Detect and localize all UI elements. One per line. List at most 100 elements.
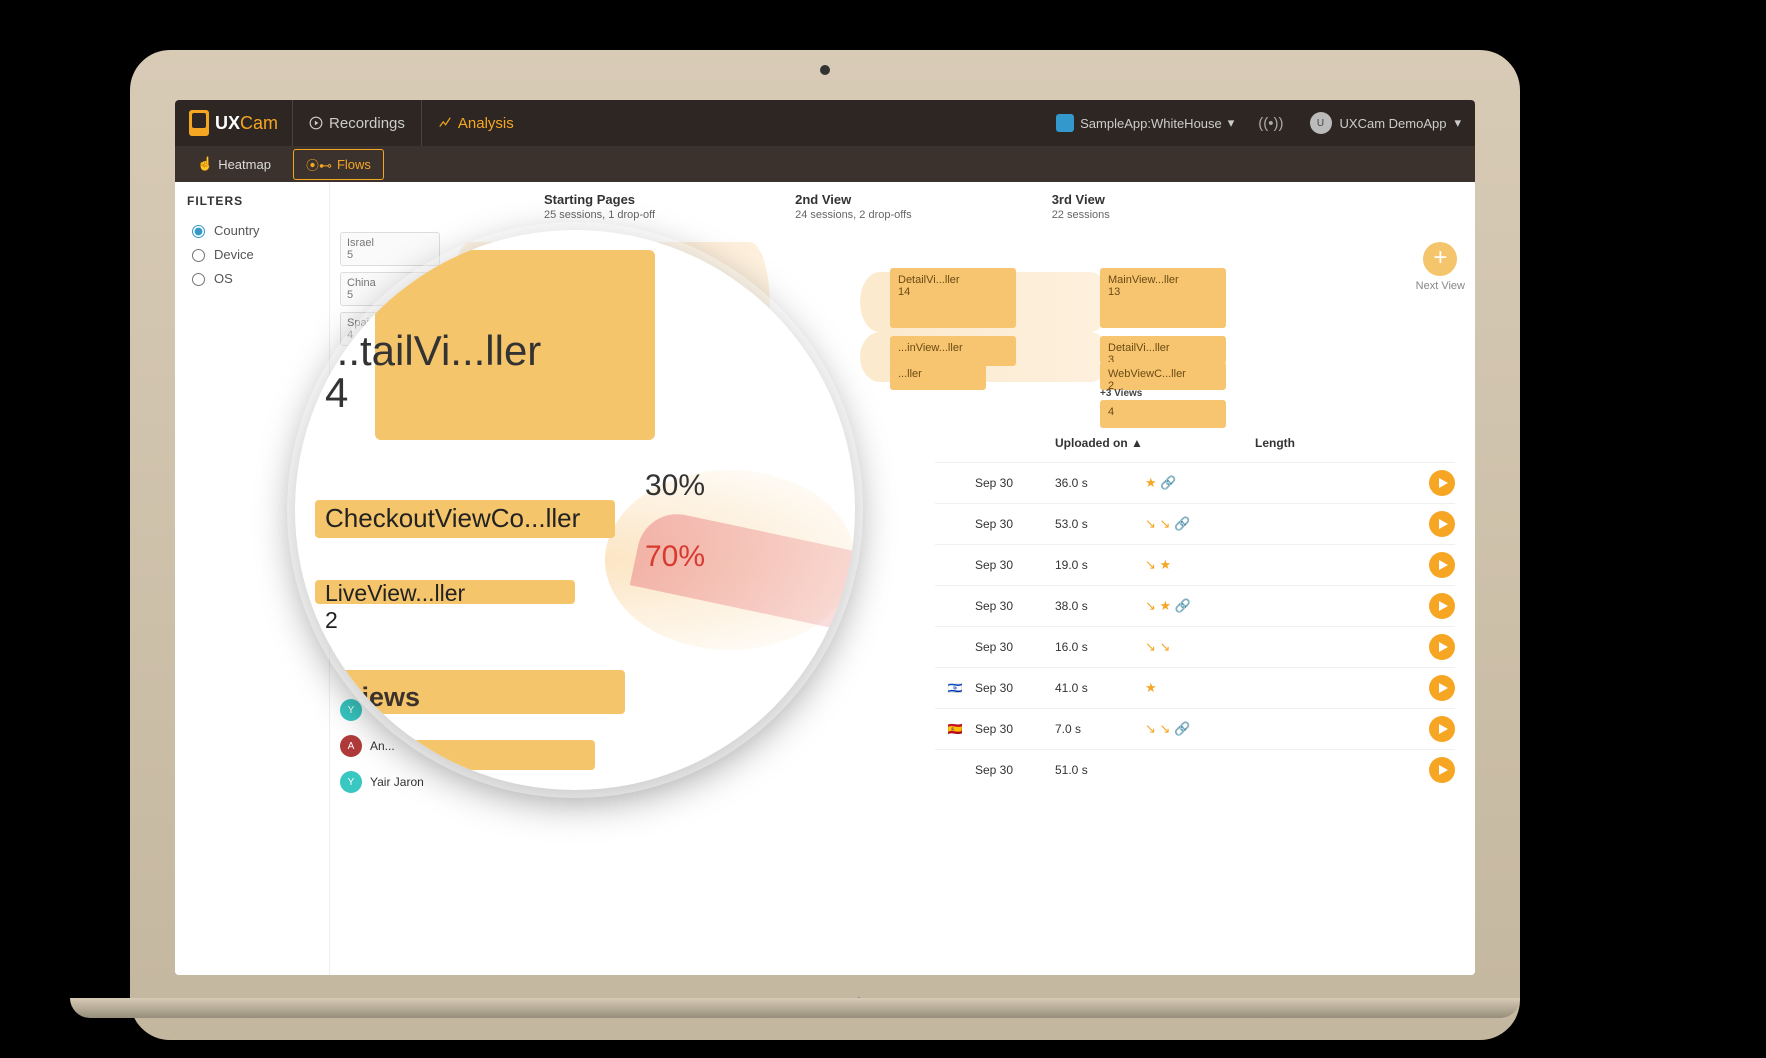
- broadcast-icon[interactable]: ((•)): [1246, 115, 1295, 132]
- flows-icon: ⦿⊷: [306, 155, 332, 174]
- logo[interactable]: UXCam: [175, 110, 292, 136]
- laptop-base: [70, 998, 1520, 1018]
- node-count: 13: [1108, 286, 1120, 298]
- user-name: UXCam DemoApp: [1340, 116, 1447, 131]
- app-selector[interactable]: SampleApp:WhiteHouse ▾: [1044, 114, 1246, 132]
- table-row[interactable]: Sep 3038.0 s↘ ★ 🔗: [935, 585, 1455, 626]
- mag-bar-views-label: ...iews: [339, 682, 420, 713]
- col-third: 3rd View22 sessions: [1052, 192, 1110, 221]
- date-cell: Sep 30: [975, 763, 1055, 777]
- length-cell: 41.0 s: [1055, 681, 1145, 695]
- next-view-button[interactable]: + Next View: [1416, 242, 1465, 292]
- date-cell: Sep 30: [975, 599, 1055, 613]
- play-button[interactable]: [1429, 634, 1455, 660]
- flow-node-detail3[interactable]: DetailVi...ller3: [1100, 336, 1226, 364]
- play-button[interactable]: [1429, 511, 1455, 537]
- icons-cell: ↘ ★ 🔗: [1145, 598, 1429, 614]
- plus-icon: +: [1423, 242, 1457, 276]
- th-uploaded[interactable]: Uploaded on ▲: [1055, 436, 1255, 450]
- date-cell: Sep 30: [975, 640, 1055, 654]
- node-label: MainView...ller: [1108, 274, 1218, 286]
- filter-country-label: Country: [214, 223, 260, 238]
- node-label: DetailVi...ller: [898, 274, 1008, 286]
- length-cell: 19.0 s: [1055, 558, 1145, 572]
- logo-icon: [189, 110, 209, 136]
- flag-cell: 🇮🇱: [935, 681, 975, 695]
- logo-text-cam: Cam: [240, 113, 278, 134]
- col-second: 2nd View24 sessions, 2 drop-offs: [795, 192, 912, 221]
- length-cell: 7.0 s: [1055, 722, 1145, 736]
- length-cell: 53.0 s: [1055, 517, 1145, 531]
- subnav-flows-label: Flows: [337, 157, 371, 172]
- flow-node-mainview[interactable]: MainView...ller13: [1100, 268, 1226, 328]
- length-cell: 51.0 s: [1055, 763, 1145, 777]
- icons-cell: ★: [1145, 680, 1429, 696]
- table-row[interactable]: Sep 3051.0 s: [935, 749, 1455, 790]
- nav-analysis[interactable]: Analysis: [421, 100, 530, 146]
- subnav-flows[interactable]: ⦿⊷ Flows: [293, 149, 384, 180]
- play-button[interactable]: [1429, 716, 1455, 742]
- user-avatar: U: [1310, 112, 1332, 134]
- play-button[interactable]: [1429, 593, 1455, 619]
- node-count: 4: [1108, 406, 1114, 418]
- chevron-down-icon: ▾: [1454, 115, 1461, 131]
- col-starting-sub: 25 sessions, 1 drop-off: [544, 209, 655, 221]
- col-third-title: 3rd View: [1052, 192, 1110, 207]
- user-menu[interactable]: U UXCam DemoApp ▾: [1296, 112, 1475, 134]
- camera-dot: [820, 65, 830, 75]
- chevron-down-icon: ▾: [1228, 115, 1235, 131]
- main-navbar: UXCam Recordings Analysis SampleApp:Whit…: [175, 100, 1475, 146]
- col-starting-title: Starting Pages: [544, 192, 655, 207]
- filter-device-label: Device: [214, 247, 254, 262]
- table-row[interactable]: 🇪🇸Sep 307.0 s↘ ↘ 🔗: [935, 708, 1455, 749]
- flow-column-headers: Starting Pages 25 sessions, 1 drop-off 2n…: [544, 192, 1461, 221]
- filter-country-radio[interactable]: [192, 225, 205, 238]
- sessions-table: Sep 3036.0 s★ 🔗Sep 3053.0 s↘ ↘ 🔗Sep 3019…: [935, 462, 1455, 790]
- col-starting: Starting Pages 25 sessions, 1 drop-off: [544, 192, 655, 221]
- table-row[interactable]: 🇮🇱Sep 3041.0 s★: [935, 667, 1455, 708]
- flow-node-ller[interactable]: ...ller: [890, 362, 986, 390]
- table-row[interactable]: Sep 3019.0 s↘ ★: [935, 544, 1455, 585]
- length-cell: 16.0 s: [1055, 640, 1145, 654]
- subnav-heatmap[interactable]: ☝ Heatmap: [185, 151, 283, 177]
- date-cell: Sep 30: [975, 681, 1055, 695]
- flow-node-more[interactable]: 4: [1100, 400, 1226, 428]
- filter-device-radio[interactable]: [192, 249, 205, 262]
- flow-node-detail[interactable]: DetailVi...ller14: [890, 268, 1016, 328]
- analysis-icon: [438, 116, 452, 130]
- magnifier-overlay: ...tailVi...ller4 CheckoutViewCo...ller …: [295, 230, 855, 790]
- icons-cell: ↘ ↘ 🔗: [1145, 721, 1429, 737]
- flow-node-webview[interactable]: WebViewC...ller2: [1100, 362, 1226, 390]
- nav-recordings-label: Recordings: [329, 115, 405, 132]
- node-count: 14: [898, 286, 910, 298]
- mag-pct-30: 30%: [645, 469, 705, 503]
- icons-cell: ↘ ↘ 🔗: [1145, 516, 1429, 532]
- more-views[interactable]: +3 Views: [1100, 388, 1142, 399]
- app-icon: [1056, 114, 1074, 132]
- table-row[interactable]: Sep 3036.0 s★ 🔗: [935, 462, 1455, 503]
- date-cell: Sep 30: [975, 476, 1055, 490]
- play-button[interactable]: [1429, 675, 1455, 701]
- play-button[interactable]: [1429, 757, 1455, 783]
- icons-cell: ↘ ↘: [1145, 639, 1429, 655]
- date-cell: Sep 30: [975, 558, 1055, 572]
- mag-bar-extra: [315, 740, 595, 770]
- filter-os-label: OS: [214, 271, 233, 286]
- icons-cell: ★ 🔗: [1145, 475, 1429, 491]
- nav-recordings[interactable]: Recordings: [292, 100, 421, 146]
- col-second-title: 2nd View: [795, 192, 912, 207]
- table-row[interactable]: Sep 3053.0 s↘ ↘ 🔗: [935, 503, 1455, 544]
- app-selector-label: SampleApp:WhiteHouse: [1080, 116, 1222, 131]
- node-label: ...inView...ller: [898, 342, 1008, 354]
- mag-bar-liveview-label: LiveView...ller2: [325, 580, 465, 634]
- mag-big-label: ...tailVi...ller4: [325, 330, 541, 414]
- mag-pct-70: 70%: [645, 540, 705, 574]
- play-button[interactable]: [1429, 552, 1455, 578]
- table-row[interactable]: Sep 3016.0 s↘ ↘: [935, 626, 1455, 667]
- filter-os-radio[interactable]: [192, 273, 205, 286]
- th-length[interactable]: Length: [1255, 436, 1455, 450]
- play-circle-icon: [309, 116, 323, 130]
- play-button[interactable]: [1429, 470, 1455, 496]
- next-view-label: Next View: [1416, 280, 1465, 292]
- filters-title: FILTERS: [187, 194, 317, 208]
